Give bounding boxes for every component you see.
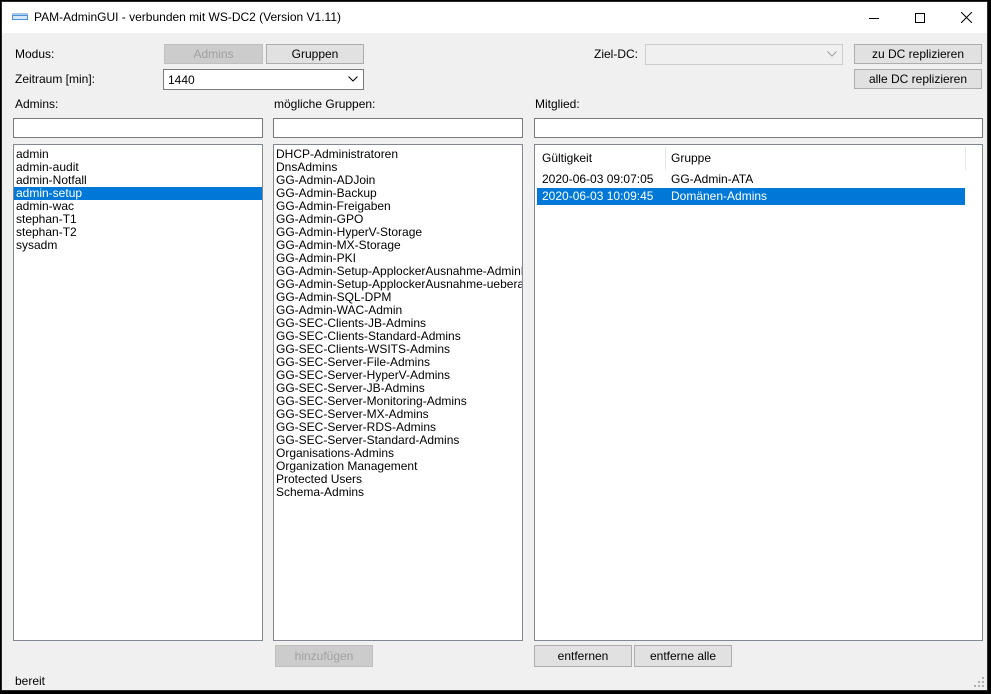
admins-mode-button[interactable]: Admins xyxy=(164,44,263,64)
admins-list[interactable]: admin admin-audit admin-Notfall admin-setup… xyxy=(13,144,263,641)
replicate-all-dc-button[interactable]: alle DC replizieren xyxy=(854,69,982,89)
groups-list[interactable]: DHCP-Administratoren DnsAdmins GG-Admin-AD… xyxy=(273,144,523,641)
member-list-header: Gültigkeit Gruppe xyxy=(537,147,966,170)
zeitraum-label: Zeitraum [min]: xyxy=(15,72,96,86)
member-filter-input[interactable] xyxy=(534,118,983,138)
cell-gruppe: GG-Admin-ATA xyxy=(671,172,754,186)
table-row[interactable]: 2020-06-03 09:07:05 GG-Admin-ATA xyxy=(537,171,965,188)
cell-gruppe: Domänen-Admins xyxy=(671,189,768,203)
table-row[interactable]: 2020-06-03 10:09:45 Domänen-Admins xyxy=(537,188,965,205)
minimize-button[interactable] xyxy=(851,2,897,33)
remove-button[interactable]: entfernen xyxy=(534,645,632,667)
remove-all-button[interactable]: entferne alle xyxy=(634,645,732,667)
cell-gueltigkeit: 2020-06-03 09:07:05 xyxy=(542,172,654,186)
modus-label: Modus: xyxy=(15,47,55,61)
maximize-icon xyxy=(915,12,925,23)
title-bar[interactable]: PAM-AdminGUI - verbunden mit WS-DC2 (Ver… xyxy=(2,2,987,33)
main-window: PAM-AdminGUI - verbunden mit WS-DC2 (Ver… xyxy=(1,1,988,691)
zeitraum-value: 1440 xyxy=(168,73,195,87)
replicate-dc-button[interactable]: zu DC replizieren xyxy=(854,44,982,64)
ziel-dc-label: Ziel-DC: xyxy=(594,47,638,61)
groups-filter-input[interactable] xyxy=(273,118,523,138)
admins-filter-input[interactable] xyxy=(13,118,263,138)
column-header-gruppe[interactable]: Gruppe xyxy=(666,147,966,170)
groups-label: mögliche Gruppen: xyxy=(274,97,376,111)
member-label: Mitglied: xyxy=(535,97,580,111)
close-button[interactable] xyxy=(943,2,987,33)
close-icon xyxy=(960,12,972,23)
zeitraum-select[interactable]: 1440 xyxy=(163,69,364,90)
cell-gueltigkeit: 2020-06-03 10:09:45 xyxy=(542,189,654,203)
gruppen-mode-button[interactable]: Gruppen xyxy=(266,44,364,64)
chevron-down-icon xyxy=(348,76,358,82)
ziel-dc-select[interactable] xyxy=(645,44,843,65)
status-text: bereit xyxy=(15,674,46,688)
add-button[interactable]: hinzufügen xyxy=(275,645,373,667)
member-list[interactable]: Gültigkeit Gruppe 2020-06-03 09:07:05 GG-… xyxy=(534,144,983,641)
column-header-gueltigkeit[interactable]: Gültigkeit xyxy=(537,147,666,170)
minimize-icon xyxy=(869,17,879,19)
admins-label: Admins: xyxy=(15,97,59,111)
resize-grip-icon[interactable] xyxy=(973,676,985,688)
maximize-button[interactable] xyxy=(897,2,943,33)
list-item[interactable]: Schema-Admins xyxy=(274,486,522,499)
chevron-down-icon xyxy=(827,51,837,57)
app-icon xyxy=(12,13,28,20)
window-title: PAM-AdminGUI - verbunden mit WS-DC2 (Ver… xyxy=(34,10,341,24)
list-item[interactable]: sysadm xyxy=(14,239,262,252)
